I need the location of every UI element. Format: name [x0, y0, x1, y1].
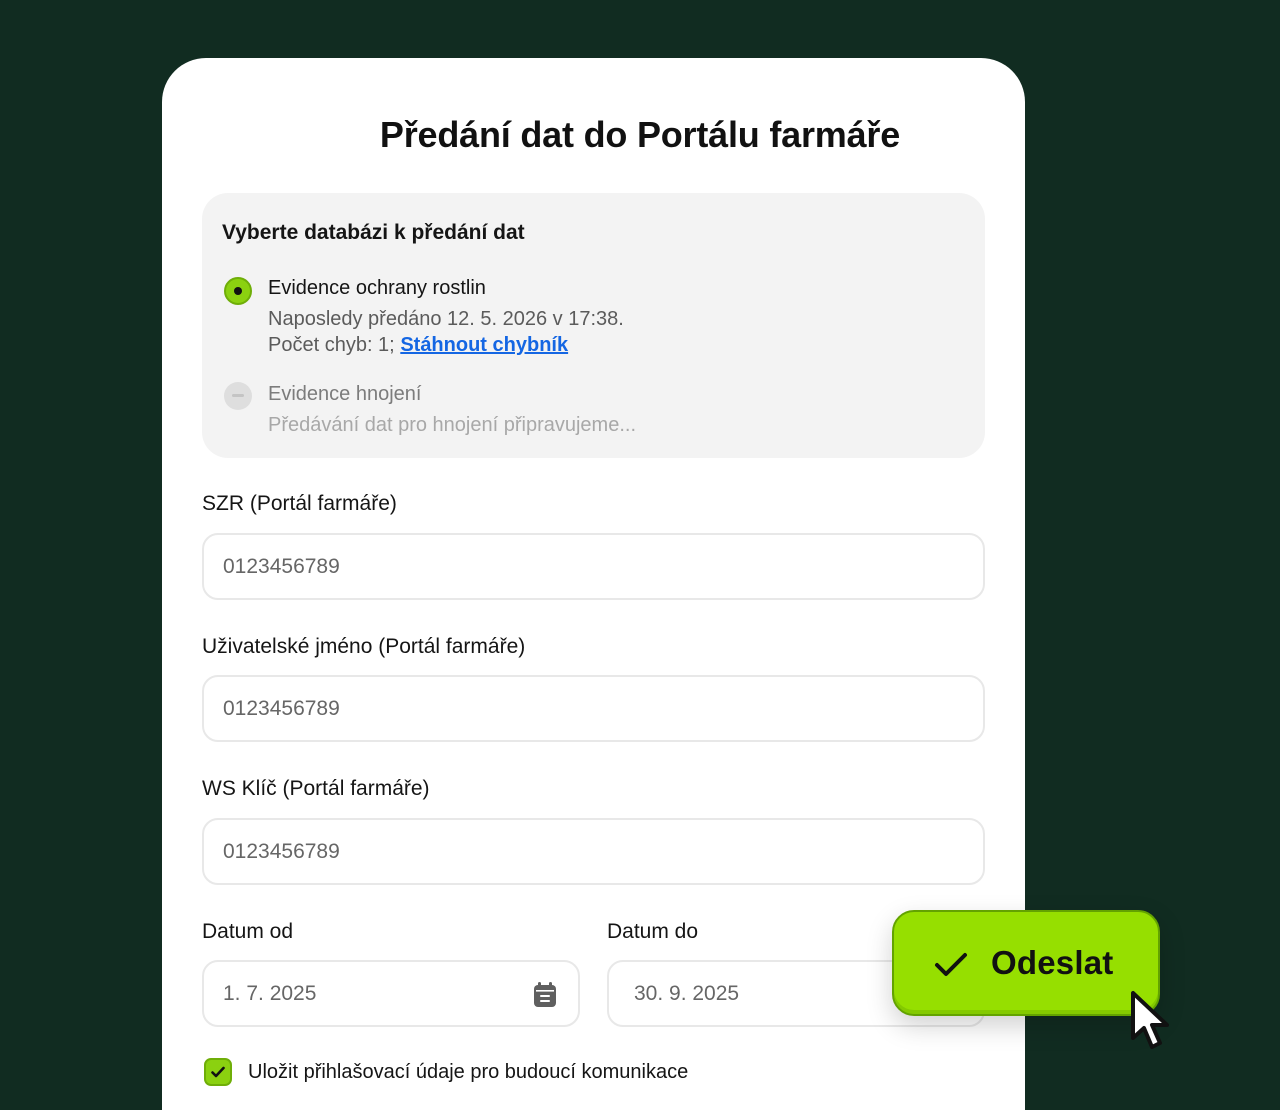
calendar-icon[interactable]	[534, 982, 556, 1007]
szr-input[interactable]	[202, 533, 985, 600]
username-label: Uživatelské jméno (Portál farmáře)	[202, 635, 526, 658]
date-from-value: 1. 7. 2025	[223, 982, 317, 1005]
checkmark-icon	[935, 953, 967, 976]
option-label-hnojeni: Evidence hnojení	[268, 383, 422, 405]
option-label-ochrana-rostlin[interactable]: Evidence ochrany rostlin	[268, 277, 486, 300]
radio-evidence-ochrany-rostlin[interactable]	[224, 277, 252, 305]
download-error-report-link[interactable]: Stáhnout chybník	[400, 334, 568, 356]
mouse-pointer-icon	[1131, 991, 1169, 1049]
date-to-value: 30. 9. 2025	[634, 982, 740, 1005]
option-last-transfer-status: Naposledy předáno 12. 5. 2026 v 17:38.	[268, 308, 624, 330]
option-hnojeni-status: Předávání dat pro hnojení připravujeme..…	[268, 414, 636, 436]
option-error-count: Počet chyb: 1; Stáhnout chybník	[268, 334, 568, 357]
radio-evidence-hnojeni	[224, 382, 252, 410]
error-count-text: Počet chyb: 1;	[268, 334, 395, 356]
ws-key-input[interactable]	[202, 818, 985, 885]
username-input[interactable]	[202, 675, 985, 742]
database-select-heading: Vyberte databázi k předání dat	[222, 221, 525, 244]
date-from-field[interactable]: 1. 7. 2025	[202, 960, 580, 1027]
ws-key-label: WS Klíč (Portál farmáře)	[202, 777, 430, 800]
date-from-label: Datum od	[202, 920, 294, 943]
szr-label: SZR (Portál farmáře)	[202, 492, 397, 515]
submit-button[interactable]: Odeslat	[892, 910, 1160, 1016]
submit-button-label: Odeslat	[991, 944, 1114, 981]
dialog-title: Předání dat do Portálu farmáře	[379, 114, 901, 155]
date-to-label: Datum do	[607, 920, 699, 943]
remember-credentials-checkbox[interactable]	[204, 1058, 232, 1086]
remember-credentials-label[interactable]: Uložit přihlašovací údaje pro budoucí ko…	[248, 1061, 688, 1084]
check-icon	[211, 1066, 225, 1078]
